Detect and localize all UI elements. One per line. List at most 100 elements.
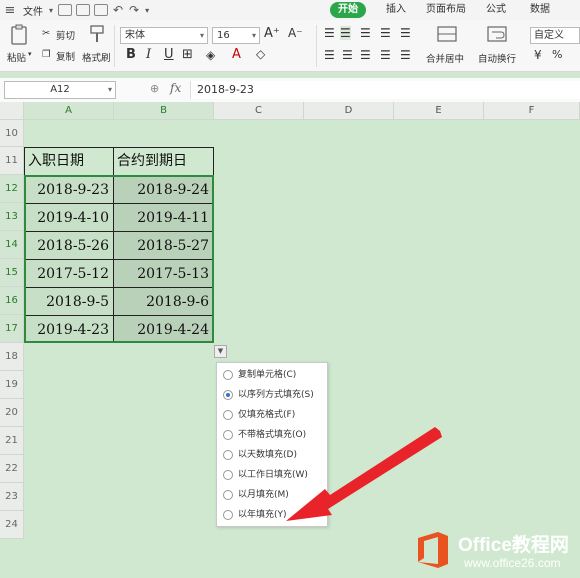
file-menu[interactable]: 文件 xyxy=(20,3,46,18)
redo-icon[interactable]: ↷ xyxy=(126,3,142,17)
more-chevron-icon[interactable]: ▾ xyxy=(142,6,152,15)
radio-icon[interactable] xyxy=(223,470,233,480)
zoom-icon[interactable]: ⊕ xyxy=(150,82,159,95)
row-header[interactable]: 18 xyxy=(0,343,24,371)
format-painter-icon[interactable] xyxy=(88,24,106,44)
cut-button[interactable]: 剪切 xyxy=(56,28,75,42)
border-icon[interactable]: ⊞ xyxy=(182,47,193,62)
tab-data[interactable]: 数据 xyxy=(522,2,558,18)
hamburger-menu-icon[interactable]: ≡ xyxy=(0,3,20,18)
align-bottom-icon[interactable]: ☰ xyxy=(360,26,371,40)
paste-icon[interactable] xyxy=(8,24,30,46)
distribute-icon[interactable]: ☰ xyxy=(400,48,411,62)
menu-item-copy-cells[interactable]: 复制单元格(C) xyxy=(217,365,329,385)
fill-color-icon[interactable]: ◈ xyxy=(206,48,215,62)
radio-icon[interactable] xyxy=(223,410,233,420)
row-header[interactable]: 13 xyxy=(0,203,24,231)
data-cell[interactable]: 2019-4-11 xyxy=(113,203,214,232)
indent-icon[interactable]: ☰ xyxy=(400,26,411,40)
font-size-select[interactable]: 16 ▾ xyxy=(212,27,260,44)
tab-page-layout[interactable]: 页面布局 xyxy=(418,2,474,18)
fx-icon[interactable]: fx xyxy=(170,81,181,95)
data-cell[interactable]: 2017-5-12 xyxy=(24,259,114,288)
column-header-e[interactable]: E xyxy=(394,102,484,120)
row-header[interactable]: 24 xyxy=(0,511,24,539)
chevron-down-icon[interactable]: ▾ xyxy=(200,28,204,43)
data-cell[interactable]: 2019-4-10 xyxy=(24,203,114,232)
italic-button[interactable]: I xyxy=(146,47,151,62)
row-header[interactable]: 10 xyxy=(0,120,24,147)
autofill-options-button[interactable]: ▼ xyxy=(214,345,227,358)
row-header[interactable]: 19 xyxy=(0,371,24,399)
paste-chevron-icon[interactable]: ▾ xyxy=(28,50,32,58)
data-cell[interactable]: 2018-5-26 xyxy=(24,231,114,260)
column-header-c[interactable]: C xyxy=(214,102,304,120)
select-all-corner[interactable] xyxy=(0,102,24,120)
row-header[interactable]: 11 xyxy=(0,147,24,175)
data-cell[interactable]: 2018-9-24 xyxy=(113,175,214,204)
column-header-d[interactable]: D xyxy=(304,102,394,120)
cut-icon[interactable]: ✂ xyxy=(42,28,50,39)
row-header[interactable]: 14 xyxy=(0,231,24,259)
row-header[interactable]: 12 xyxy=(0,175,24,203)
orientation-icon[interactable]: ☰ xyxy=(380,26,391,40)
paste-button[interactable]: 粘贴 xyxy=(7,50,26,64)
percent-icon[interactable]: % xyxy=(552,48,562,61)
tab-home[interactable]: 开始 xyxy=(330,2,366,18)
row-header[interactable]: 21 xyxy=(0,427,24,455)
name-box[interactable]: A12 ▾ xyxy=(4,81,116,99)
data-cell[interactable]: 2019-4-24 xyxy=(113,315,214,343)
data-cell[interactable]: 2018-9-23 xyxy=(24,175,114,204)
save-icon[interactable] xyxy=(58,4,73,16)
number-format-select[interactable]: 自定义 xyxy=(530,27,580,44)
merge-center-icon[interactable] xyxy=(436,24,458,44)
format-painter-button[interactable]: 格式刷 xyxy=(82,50,111,64)
print-icon[interactable] xyxy=(76,4,91,16)
radio-selected-icon[interactable] xyxy=(223,390,233,400)
increase-font-icon[interactable]: A⁺ xyxy=(264,26,280,41)
menu-item-fill-series[interactable]: 以序列方式填充(S) xyxy=(217,385,329,405)
data-cell[interactable]: 2019-4-23 xyxy=(24,315,114,343)
chevron-down-icon[interactable]: ▾ xyxy=(108,82,112,98)
align-left-icon[interactable]: ☰ xyxy=(324,48,335,62)
clear-icon[interactable]: ◇ xyxy=(256,47,265,61)
radio-icon[interactable] xyxy=(223,370,233,380)
menu-item-fill-formatting-only[interactable]: 仅填充格式(F) xyxy=(217,405,329,425)
underline-button[interactable]: U xyxy=(164,47,174,62)
column-header-f[interactable]: F xyxy=(484,102,580,120)
chevron-down-icon[interactable]: ▾ xyxy=(252,28,256,43)
currency-icon[interactable]: ¥ xyxy=(534,48,542,62)
align-center-icon[interactable]: ☰ xyxy=(342,48,353,62)
row-header[interactable]: 23 xyxy=(0,483,24,511)
font-color-icon[interactable]: A xyxy=(232,47,241,62)
print-preview-icon[interactable] xyxy=(94,4,109,16)
align-top-icon[interactable]: ☰ xyxy=(324,26,335,40)
tab-insert[interactable]: 插入 xyxy=(378,2,414,18)
wrap-text-button[interactable]: 自动换行 xyxy=(478,51,516,65)
data-cell[interactable]: 2018-5-27 xyxy=(113,231,214,260)
merge-center-button[interactable]: 合并居中 xyxy=(426,51,464,65)
undo-icon[interactable]: ↶ xyxy=(110,3,126,17)
data-cell[interactable]: 2018-9-6 xyxy=(113,287,214,316)
justify-icon[interactable]: ☰ xyxy=(380,48,391,62)
column-header-b[interactable]: B xyxy=(114,102,214,120)
font-name-select[interactable]: 宋体 ▾ xyxy=(120,27,208,44)
align-right-icon[interactable]: ☰ xyxy=(360,48,371,62)
header-cell-hire-date[interactable]: 入职日期 xyxy=(24,147,114,176)
row-header[interactable]: 16 xyxy=(0,287,24,315)
row-header[interactable]: 15 xyxy=(0,259,24,287)
row-header[interactable]: 17 xyxy=(0,315,24,343)
column-header-a[interactable]: A xyxy=(24,102,114,120)
row-header[interactable]: 20 xyxy=(0,399,24,427)
row-header[interactable]: 22 xyxy=(0,455,24,483)
data-cell[interactable]: 2018-9-5 xyxy=(24,287,114,316)
bold-button[interactable]: B xyxy=(126,47,136,62)
data-cell[interactable]: 2017-5-13 xyxy=(113,259,214,288)
formula-input[interactable]: 2018-9-23 xyxy=(190,81,580,99)
tab-formulas[interactable]: 公式 xyxy=(478,2,514,18)
radio-icon[interactable] xyxy=(223,430,233,440)
decrease-font-icon[interactable]: A⁻ xyxy=(288,26,303,40)
header-cell-contract-end[interactable]: 合约到期日 xyxy=(113,147,214,176)
wrap-text-icon[interactable] xyxy=(486,24,508,44)
radio-icon[interactable] xyxy=(223,450,233,460)
